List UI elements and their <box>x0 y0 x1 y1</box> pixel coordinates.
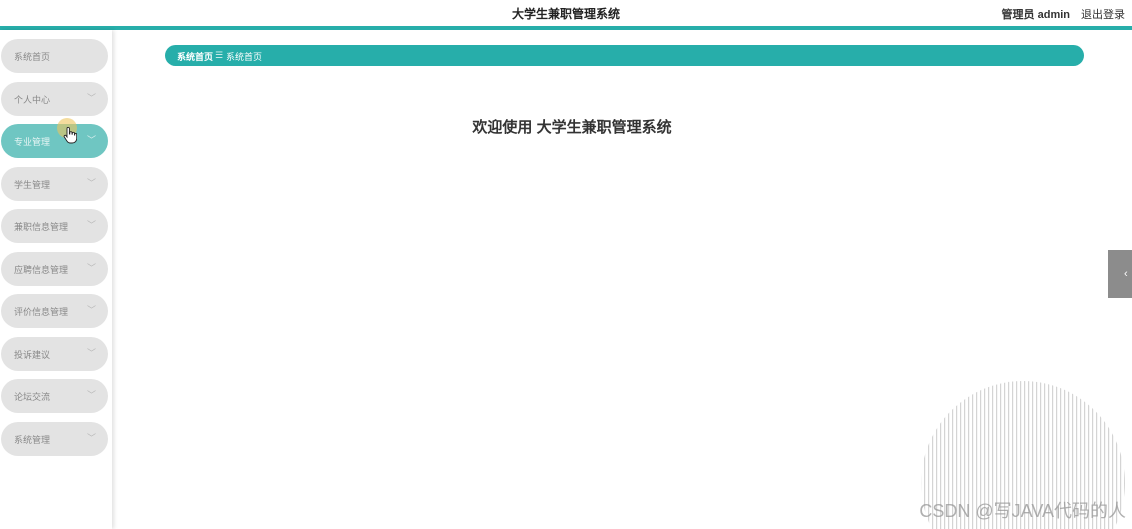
sidebar-item-label: 系统首页 <box>14 52 51 62</box>
chevron-down-icon: ﹀ <box>86 348 96 358</box>
app-page: 大学生兼职管理系统 管理员 admin 退出登录 系统首页 个人中心 ﹀ 专业管… <box>0 0 1132 529</box>
app-title: 大学生兼职管理系统 <box>511 7 620 21</box>
sidebar-item-complaints[interactable]: 投诉建议 ﹀ <box>1 337 108 371</box>
breadcrumb-separator-icon: ☰ <box>215 50 224 60</box>
sidebar-item-label: 专业管理 <box>14 137 51 147</box>
sidebar-item-review-info[interactable]: 评价信息管理 ﹀ <box>1 294 108 328</box>
chevron-down-icon: ﹀ <box>86 93 96 103</box>
chevron-down-icon: ﹀ <box>86 263 96 273</box>
chevron-down-icon: ﹀ <box>86 135 96 145</box>
chevron-down-icon: ﹀ <box>86 433 96 443</box>
logout-link[interactable]: 退出登录 <box>1081 6 1125 22</box>
chevron-down-icon: ﹀ <box>86 305 96 315</box>
sidebar-item-label: 学生管理 <box>14 180 51 190</box>
sidebar-item-label: 评价信息管理 <box>14 307 69 317</box>
sidebar-item-label: 个人中心 <box>14 95 51 105</box>
sidebar-item-student-management[interactable]: 学生管理 ﹀ <box>1 167 108 201</box>
chevron-down-icon: ﹀ <box>86 178 96 188</box>
breadcrumb-current: 系统首页 <box>226 52 263 62</box>
chevron-down-icon: ﹀ <box>86 220 96 230</box>
sidebar-item-label: 系统管理 <box>14 435 51 445</box>
breadcrumb: 系统首页 ☰ 系统首页 <box>165 45 1084 66</box>
user-label: 管理员 admin <box>1001 9 1070 21</box>
sidebar-item-label: 应聘信息管理 <box>14 265 69 275</box>
breadcrumb-home-link[interactable]: 系统首页 <box>177 50 213 63</box>
sidebar-item-parttime-info[interactable]: 兼职信息管理 ﹀ <box>1 209 108 243</box>
sidebar-item-application-info[interactable]: 应聘信息管理 ﹀ <box>1 252 108 286</box>
chevron-left-icon: ‹ <box>1124 268 1128 280</box>
chevron-down-icon: ﹀ <box>86 390 96 400</box>
side-collapse-tab[interactable]: ‹ <box>1108 250 1132 298</box>
sidebar-item-home[interactable]: 系统首页 <box>1 39 108 73</box>
header-accent-line <box>0 26 1132 30</box>
hand-cursor-icon <box>63 127 77 144</box>
sidebar-item-label: 投诉建议 <box>14 350 51 360</box>
sidebar-item-label: 论坛交流 <box>14 392 51 402</box>
sidebar: 系统首页 个人中心 ﹀ 专业管理 ﹀ 学生管理 ﹀ 兼职信息管理 ﹀ 应聘信息管… <box>0 30 112 529</box>
sidebar-item-forum[interactable]: 论坛交流 ﹀ <box>1 379 108 413</box>
watermark: CSDN @写JAVA代码的人 <box>919 501 1126 521</box>
sidebar-item-system-management[interactable]: 系统管理 ﹀ <box>1 422 108 456</box>
sidebar-item-personal-center[interactable]: 个人中心 ﹀ <box>1 82 108 116</box>
sidebar-item-label: 兼职信息管理 <box>14 222 69 232</box>
top-header: 大学生兼职管理系统 管理员 admin 退出登录 <box>0 0 1132 26</box>
welcome-heading: 欢迎使用 大学生兼职管理系统 <box>472 119 672 136</box>
sidebar-item-major-management[interactable]: 专业管理 ﹀ <box>1 124 108 158</box>
